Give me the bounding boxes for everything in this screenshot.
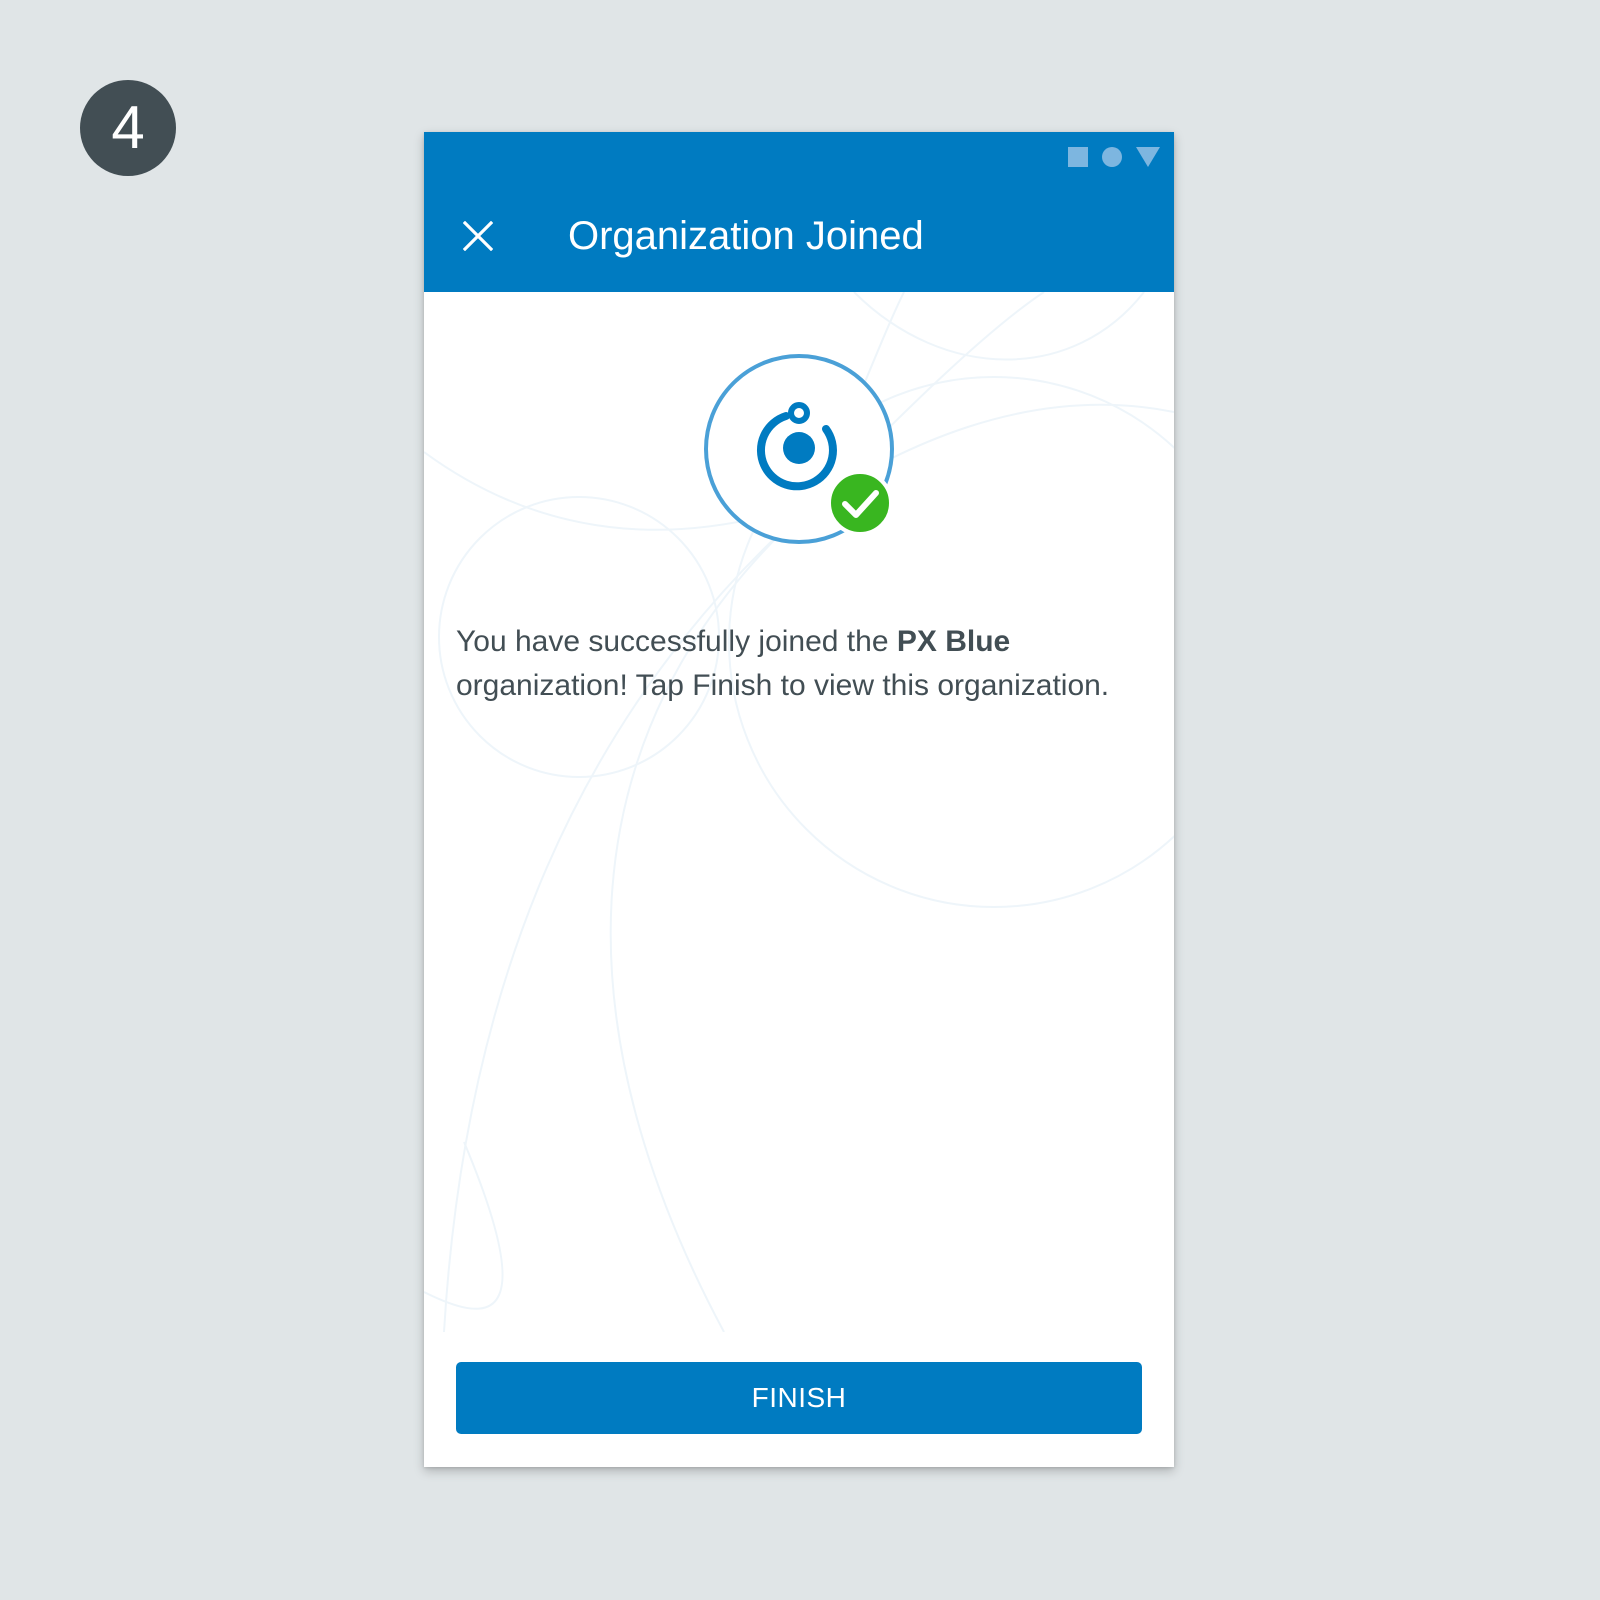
organization-name: PX Blue [896, 625, 1011, 658]
square-icon [1068, 147, 1088, 167]
phone-screen: Organization Joined You have successfull… [424, 132, 1174, 1467]
message-prefix: You have successfully joined the [456, 625, 897, 658]
close-icon [463, 221, 493, 251]
status-bar [1068, 146, 1160, 168]
app-bar: Organization Joined [424, 132, 1174, 292]
triangle-icon [1136, 147, 1160, 167]
circle-icon [1102, 147, 1122, 167]
check-circle-icon [827, 470, 893, 536]
finish-button-label: FINISH [751, 1382, 847, 1413]
success-message: You have successfully joined the PX Blue… [456, 620, 1136, 708]
step-number: 4 [111, 94, 145, 161]
step-number-badge: 4 [80, 80, 176, 176]
page-title: Organization Joined [568, 214, 924, 258]
message-suffix: organization! Tap Finish to view this or… [456, 669, 1110, 702]
hero-illustration [699, 352, 899, 552]
close-button[interactable] [454, 212, 502, 260]
finish-button[interactable]: FINISH [456, 1362, 1142, 1434]
